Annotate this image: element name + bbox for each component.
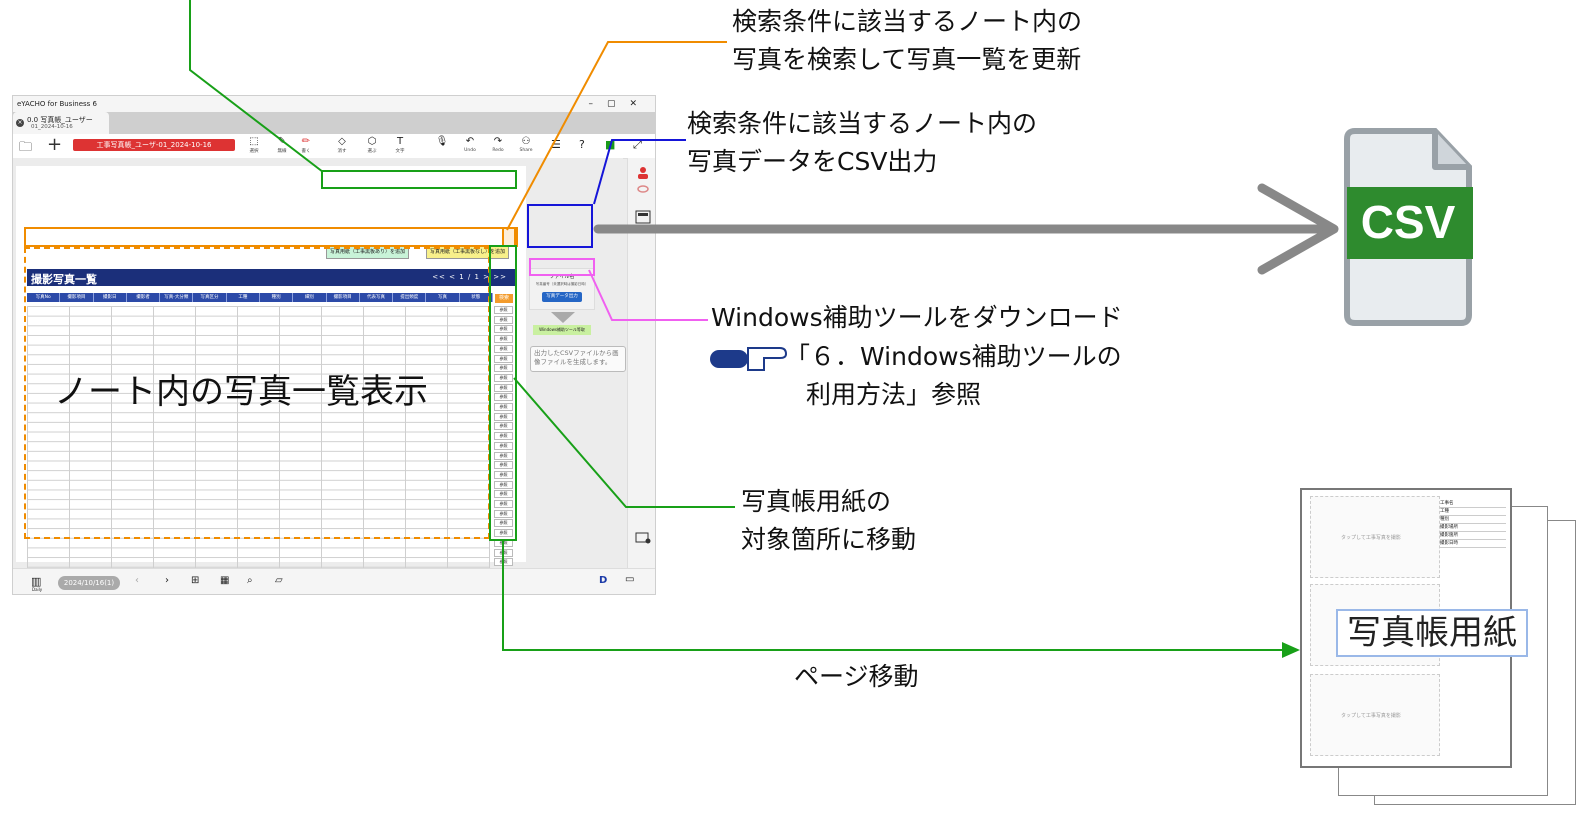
pointing-hand-icon xyxy=(710,347,788,371)
photo-slot-1[interactable]: タップして工事写真を撮影 xyxy=(1310,496,1440,578)
move-callout-line-2: 対象箇所に移動 xyxy=(741,525,917,554)
windows-tool-callout: Windows補助ツールをダウンロード xyxy=(711,303,1123,332)
page-move-callout: ページ移動 xyxy=(794,662,919,691)
move-callout-line-1: 写真帳用紙の xyxy=(741,487,892,516)
search-callout-line-2: 写真を検索して写真一覧を更新 xyxy=(732,45,1082,74)
csv-callout-line-1: 検索条件に該当するノート内の xyxy=(687,109,1038,138)
ref-section-line-2: 利用方法」参照 xyxy=(806,380,982,409)
board-field-label: 撮影場所 xyxy=(1440,524,1506,532)
csv-callout-line-2: 写真データをCSV出力 xyxy=(687,147,938,176)
board-fields: 工事名 工種 種別 撮影場所 撮影箇所 撮影日時 xyxy=(1440,500,1506,548)
photo-slot-3[interactable]: タップして工事写真を撮影 xyxy=(1310,674,1440,756)
board-field-label: 種別 xyxy=(1440,516,1506,524)
ref-section-line-1: 「６．Windows補助ツールの xyxy=(785,342,1122,371)
csv-file-icon: CSV xyxy=(1344,128,1473,326)
board-field-label: 工種 xyxy=(1440,508,1506,516)
csv-badge-text: CSV xyxy=(1361,196,1456,248)
search-callout-line-1: 検索条件に該当するノート内の xyxy=(732,7,1083,36)
board-field-label: 工事名 xyxy=(1440,500,1506,508)
photo-list-display-callout: ノート内の写真一覧表示 xyxy=(54,372,428,412)
board-field-label: 撮影日時 xyxy=(1440,540,1506,548)
photo-paper-label: 写真帳用紙 xyxy=(1336,609,1528,657)
board-field-label: 撮影箇所 xyxy=(1440,532,1506,540)
